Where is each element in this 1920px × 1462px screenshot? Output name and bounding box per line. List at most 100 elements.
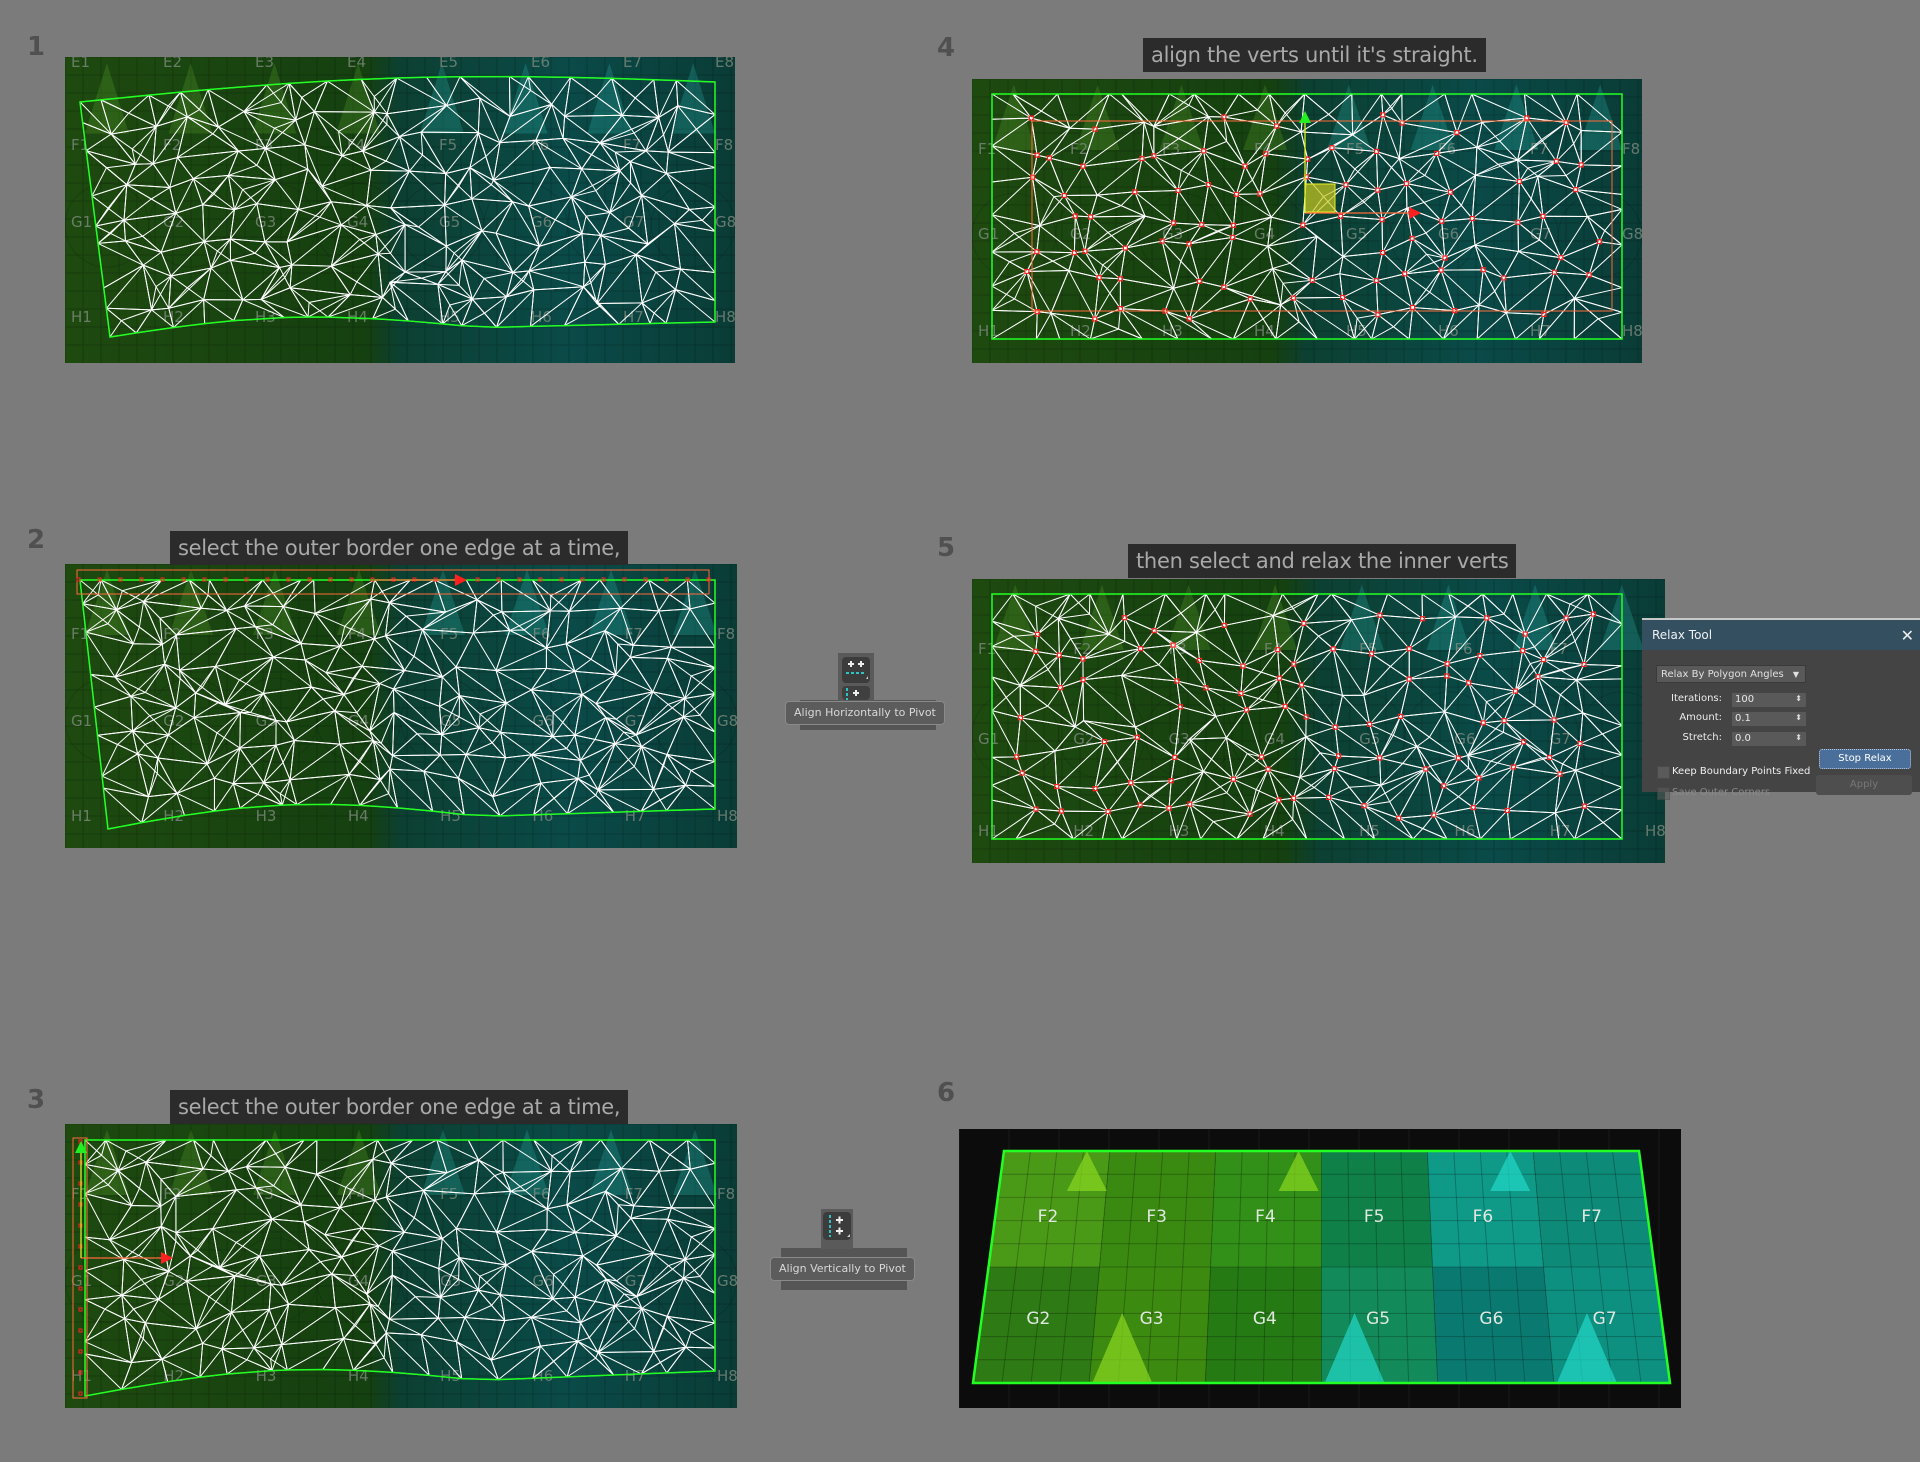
grid-label: E8 xyxy=(715,57,734,71)
texture-cell-label: G4 xyxy=(1253,1309,1277,1329)
texture-cell-label: F2 xyxy=(1038,1207,1059,1227)
grid-label: H5 xyxy=(440,807,461,825)
texture-cell-label: F3 xyxy=(1146,1207,1167,1227)
caption-step-2: select the outer border one edge at a ti… xyxy=(170,531,629,565)
align-horizontal-button[interactable] xyxy=(842,657,870,683)
grid-label: H3 xyxy=(255,308,276,326)
grid-label: G1 xyxy=(978,225,999,243)
stretch-value: 0.0 xyxy=(1735,733,1751,744)
grid-label: F4 xyxy=(348,1185,366,1203)
step-number-5: 5 xyxy=(937,533,956,563)
grid-label: H7 xyxy=(1550,822,1571,840)
grid-label: F1 xyxy=(978,140,996,158)
align-horizontal-icon xyxy=(846,661,868,679)
relax-mode-value: Relax By Polygon Angles xyxy=(1661,669,1784,680)
align-vertical-button[interactable] xyxy=(823,1212,851,1240)
grid-label: H6 xyxy=(532,807,553,825)
uv-viewport-step-5[interactable]: F1F2F3F4F5F6F7F8G1G2G3G4G5G6G7G8H1H2H3H4… xyxy=(972,579,1665,863)
grid-label: H4 xyxy=(348,807,369,825)
relax-tool-title: Relax Tool xyxy=(1652,628,1713,642)
stop-relax-button[interactable]: Stop Relax xyxy=(1819,749,1911,769)
grid-label: G8 xyxy=(1622,225,1642,243)
texture-cell-label: F6 xyxy=(1473,1207,1494,1227)
caption-step-3: select the outer border one edge at a ti… xyxy=(170,1090,629,1124)
texture-cell-label: F4 xyxy=(1255,1207,1276,1227)
uv-viewport-step-2[interactable]: F1 F2 F3 F4 F5 F6 F7 F8 G1 G2 G3 G4 G5 G6 G7 G8 H1 H2 H3 H4… xyxy=(65,564,737,848)
uv-viewport-step-3[interactable]: F1 F2 F3 F4 F5 F6 F7 F8 G1 G2 G3 G4 G5 G6 G7 G8 H1 H2 H3 H4… xyxy=(65,1124,737,1408)
grid-label: G6 xyxy=(1438,225,1459,243)
grid-label: E1 xyxy=(71,57,90,71)
grid-label: G8 xyxy=(717,712,737,730)
uv-viewport-step-4[interactable]: F1 F2 F3 F4 F5 F6 F7 F8 G1 G2 G3 G4 G5 G6 G7 G8 H1 H2 H3 H4… xyxy=(972,79,1642,363)
grid-label: H3 xyxy=(1169,822,1190,840)
spinner-arrows-icon[interactable]: ⬍ xyxy=(1795,731,1802,745)
keep-boundary-label: Keep Boundary Points Fixed xyxy=(1672,766,1811,777)
align-vertical-button-partial[interactable] xyxy=(842,686,870,700)
grid-label: H5 xyxy=(440,1367,461,1385)
texture-cell-label: G7 xyxy=(1593,1309,1617,1329)
save-outer-corners-checkbox[interactable] xyxy=(1657,787,1670,800)
grid-label: G6 xyxy=(532,1272,553,1290)
apply-button[interactable]: Apply xyxy=(1816,775,1912,795)
amount-spinner[interactable]: 0.1 ⬍ xyxy=(1732,712,1806,726)
amount-label: Amount: xyxy=(1679,712,1722,723)
grid-label: H3 xyxy=(256,1367,277,1385)
grid-label: H3 xyxy=(256,807,277,825)
texture-cell-label: G5 xyxy=(1366,1309,1390,1329)
grid-label: E2 xyxy=(163,57,182,71)
relax-tool-titlebar[interactable]: Relax Tool ✕ xyxy=(1642,620,1920,650)
grid-label: F5 xyxy=(439,136,457,154)
grid-label: H2 xyxy=(163,308,184,326)
step-number-1: 1 xyxy=(27,32,46,62)
grid-label: H8 xyxy=(717,1367,737,1385)
grid-label: F6 xyxy=(1454,640,1472,658)
grid-label: F8 xyxy=(717,625,735,643)
grid-label: E6 xyxy=(531,57,550,71)
grid-label: F6 xyxy=(531,136,549,154)
grid-label: F2 xyxy=(1073,640,1091,658)
step-number-3: 3 xyxy=(27,1085,46,1115)
step-number-2: 2 xyxy=(27,525,46,555)
caption-step-5: then select and relax the inner verts xyxy=(1128,544,1517,578)
grid-label: F8 xyxy=(1622,140,1640,158)
texture-cell-label: G6 xyxy=(1479,1309,1503,1329)
grid-label: G8 xyxy=(715,213,735,231)
grid-label: H3 xyxy=(1162,322,1183,340)
grid-label: G4 xyxy=(347,213,368,231)
close-icon[interactable]: ✕ xyxy=(1901,626,1914,645)
stretch-spinner[interactable]: 0.0 ⬍ xyxy=(1732,732,1806,746)
grid-label: E4 xyxy=(347,57,366,71)
amount-value: 0.1 xyxy=(1735,713,1751,724)
grid-label: H1 xyxy=(978,822,999,840)
grid-label: G7 xyxy=(625,712,646,730)
uv-background xyxy=(65,564,737,848)
texture-cell-label: F5 xyxy=(1364,1207,1385,1227)
grid-label: E5 xyxy=(439,57,458,71)
grid-label: G1 xyxy=(71,213,92,231)
texture-cell-label: G3 xyxy=(1140,1309,1164,1329)
grid-label: G1 xyxy=(978,730,999,748)
spinner-arrows-icon[interactable]: ⬍ xyxy=(1795,711,1802,725)
keep-boundary-checkbox[interactable] xyxy=(1657,766,1670,779)
texture-cell-label: F7 xyxy=(1581,1207,1602,1227)
grid-label: G5 xyxy=(439,213,460,231)
grid-label: H8 xyxy=(717,807,737,825)
grid-label: G8 xyxy=(717,1272,737,1290)
grid-label: H8 xyxy=(1622,322,1642,340)
grid-label: H4 xyxy=(347,308,368,326)
grid-label: F8 xyxy=(717,1185,735,1203)
iterations-value: 100 xyxy=(1735,694,1755,705)
grid-label: H7 xyxy=(625,1367,646,1385)
grid-label: H8 xyxy=(1645,822,1665,840)
grid-label: F5 xyxy=(440,625,458,643)
spinner-arrows-icon[interactable]: ⬍ xyxy=(1795,692,1802,706)
grid-label: G3 xyxy=(255,213,276,231)
grid-label: E7 xyxy=(623,57,642,71)
uv-viewport-step-1[interactable]: E1 E2 E3 E4 E5 E6 E7 E8 F1 F2 F3 F4 F5 F6 F7 F8 G1 G2 G3 G4… xyxy=(65,57,735,363)
iterations-spinner[interactable]: 100 ⬍ xyxy=(1732,693,1806,707)
grid-label: H1 xyxy=(71,1367,92,1385)
tooltip-align-vertical: Align Vertically to Pivot xyxy=(770,1257,915,1281)
relax-mode-dropdown[interactable]: Relax By Polygon Angles ▼ xyxy=(1656,665,1806,683)
texture-cell-label: G2 xyxy=(1026,1309,1050,1329)
grid-label: H4 xyxy=(1254,322,1275,340)
